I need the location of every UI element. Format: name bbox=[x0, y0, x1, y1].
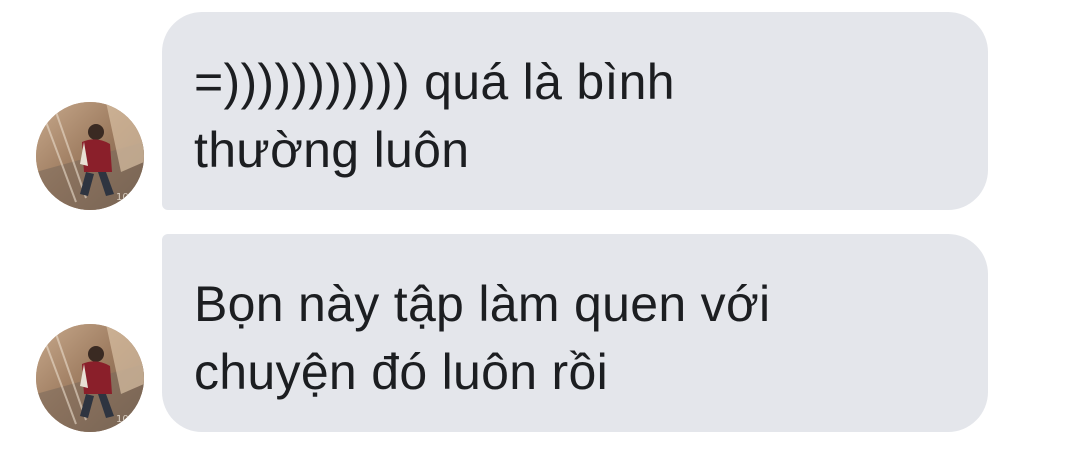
svg-text:100: 100 bbox=[116, 192, 135, 203]
message-row: 100 Bọn này tập làm quen với chuyện đó l… bbox=[0, 234, 1073, 432]
message-bubble[interactable]: =))))))))))) quá là bình thường luôn bbox=[162, 12, 988, 210]
message-text: =))))))))))) quá là bình thường luôn bbox=[194, 54, 675, 178]
message-bubble[interactable]: Bọn này tập làm quen với chuyện đó luôn … bbox=[162, 234, 988, 432]
avatar-photo-icon: 100 bbox=[36, 102, 144, 210]
svg-text:100: 100 bbox=[116, 414, 135, 425]
avatar-photo-icon: 100 bbox=[36, 324, 144, 432]
message-thread: 100 =))))))))))) quá là bình thường luôn bbox=[0, 0, 1073, 452]
sender-avatar[interactable]: 100 bbox=[36, 102, 144, 210]
message-text: Bọn này tập làm quen với chuyện đó luôn … bbox=[194, 276, 771, 400]
message-row: 100 =))))))))))) quá là bình thường luôn bbox=[0, 12, 1073, 210]
sender-avatar[interactable]: 100 bbox=[36, 324, 144, 432]
